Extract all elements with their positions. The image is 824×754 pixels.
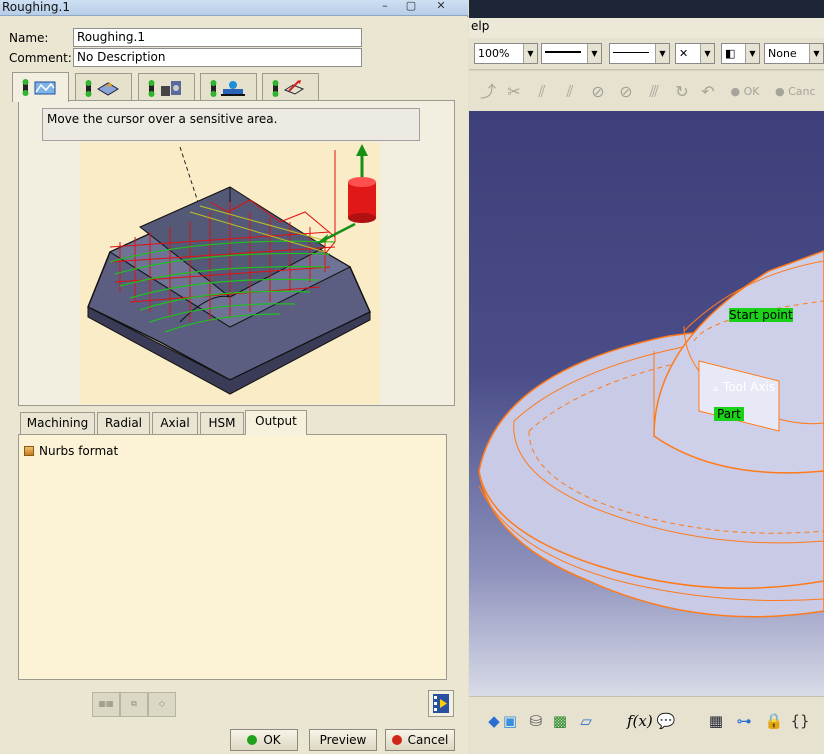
dialog-titlebar[interactable]: Roughing.1 – ▢ ✕ <box>0 0 468 16</box>
scissors-icon: ✂ <box>507 82 521 101</box>
tab-radial[interactable]: Radial <box>97 412 150 435</box>
line-weight-select[interactable]: ▼ <box>609 43 670 64</box>
roughing-part-illustration <box>87 144 376 395</box>
tool-tab-icon <box>148 80 181 97</box>
tool-path-replay-icon: ▦▦ <box>92 692 120 717</box>
film-replay-button[interactable] <box>428 690 454 717</box>
tab-strategy[interactable] <box>12 72 69 102</box>
rotate-icon: ↻ <box>675 82 689 101</box>
layer-select[interactable]: None ▼ <box>764 43 824 64</box>
box-icon[interactable]: ▣ <box>499 710 521 732</box>
tab-axial[interactable]: Axial <box>152 412 198 435</box>
tool-path-simulation-icon: ⧉ <box>120 692 148 717</box>
strategy-illustration[interactable] <box>80 142 380 404</box>
part-label[interactable]: Part <box>714 407 744 421</box>
tab-machining[interactable]: Machining <box>20 412 95 435</box>
chevron-down-icon: ▼ <box>745 44 759 63</box>
chevron-down-icon: ▼ <box>700 44 714 63</box>
hint-box: Move the cursor over a sensitive area. <box>42 108 420 141</box>
name-field[interactable]: Roughing.1 <box>73 28 362 47</box>
nurbs-format-option[interactable]: Nurbs format <box>24 444 118 458</box>
chevron-down-icon: ▼ <box>809 44 823 63</box>
surface-icon[interactable]: ▱ <box>575 710 597 732</box>
brace-icon[interactable]: {} <box>789 710 811 732</box>
dialog-title: Roughing.1 <box>2 0 70 14</box>
menu-bar: elp <box>469 18 824 38</box>
tab-hsm[interactable]: HSM <box>200 412 244 435</box>
thin-line-icon <box>613 52 649 53</box>
ok-button[interactable]: OK <box>230 729 298 751</box>
tree-icon[interactable]: ⊶ <box>733 710 755 732</box>
tab-tool[interactable] <box>138 73 195 101</box>
restore-icon[interactable]: ▢ <box>400 0 422 14</box>
cross-icon: ✕ <box>679 47 689 60</box>
zoom-select[interactable]: 100% ▼ <box>474 43 538 64</box>
cylinder-icon[interactable]: ⛁ <box>525 710 547 732</box>
solid-line-icon <box>545 51 581 53</box>
undo-icon: ↶ <box>701 82 715 101</box>
film-icon <box>433 694 449 713</box>
chevron-down-icon: ▼ <box>587 44 601 63</box>
part-model-3d <box>478 250 824 618</box>
rendering-style-select[interactable]: ◧ ▼ <box>721 43 760 64</box>
point-symbol-select[interactable]: ✕ ▼ <box>675 43 715 64</box>
chevron-down-icon: ▼ <box>655 44 669 63</box>
tool-axis-label[interactable]: Tool Axis <box>723 380 775 394</box>
ok-toolbar-button: ● OK <box>730 85 760 98</box>
cut-icon: ⤴ <box>479 82 496 101</box>
sweep-icon: ⫽ <box>538 82 546 101</box>
strategy-tab-icon <box>22 79 56 96</box>
line-type-select[interactable]: ▼ <box>541 43 602 64</box>
close-icon[interactable]: ✕ <box>430 0 452 14</box>
lock-icon[interactable]: 🔒 <box>763 710 785 732</box>
geometry-tab-icon <box>85 80 119 97</box>
cancel-toolbar-button: ● Canc <box>775 85 816 98</box>
3d-viewport[interactable]: Start point Tool Axis ▵ Part <box>469 111 824 696</box>
formula-icon[interactable]: f(x) <box>627 710 653 732</box>
output-panel <box>18 434 447 680</box>
nurbs-format-checkbox[interactable] <box>24 446 34 456</box>
name-label: Name: <box>9 31 49 45</box>
render-style-icon: ◧ <box>725 47 736 60</box>
arrow-up-icon: ▵ <box>713 383 719 394</box>
chevron-down-icon: ▼ <box>523 44 537 63</box>
comment-field[interactable]: No Description <box>73 48 362 67</box>
ok-dot-icon <box>247 735 258 745</box>
roughing-dialog: Roughing.1 – ▢ ✕ Name: Roughing.1 Commen… <box>0 0 468 754</box>
app-titlebar <box>469 0 824 18</box>
minimize-icon[interactable]: – <box>374 0 396 14</box>
preview-button[interactable]: Preview <box>309 729 377 751</box>
comment-icon[interactable]: 💬 <box>655 710 677 732</box>
macros-tab-icon <box>272 80 305 97</box>
start-point-label[interactable]: Start point <box>729 308 793 322</box>
tab-feeds-speeds[interactable] <box>200 73 257 101</box>
material-removal-icon: ◇ <box>148 692 176 717</box>
mesh-icon: ⊘ <box>619 82 633 101</box>
cancel-dot-icon <box>391 735 402 745</box>
comment-label: Comment: <box>9 51 72 65</box>
table-icon[interactable]: ▦ <box>705 710 727 732</box>
catia-window: elp 100% ▼ ▼ ▼ ✕ ▼ ◧ ▼ None ▼ ⤴ ✂ ⫽ ⫽ ⊘ ⊘ ⫻ … <box>469 0 824 754</box>
hatch-icon: ⫽ <box>566 82 574 101</box>
tab-macros[interactable] <box>262 73 319 101</box>
pattern-icon: ⊘ <box>591 82 605 101</box>
feeds-speeds-tab-icon <box>210 80 245 97</box>
tab-output[interactable]: Output <box>245 410 307 435</box>
nurbs-format-label: Nurbs format <box>39 444 119 458</box>
image-icon[interactable]: ▩ <box>549 710 571 732</box>
tab-geometry[interactable] <box>75 73 132 101</box>
draft-icon: ⫻ <box>649 82 659 101</box>
menu-help[interactable]: elp <box>471 19 489 33</box>
cancel-button[interactable]: Cancel <box>385 729 455 751</box>
